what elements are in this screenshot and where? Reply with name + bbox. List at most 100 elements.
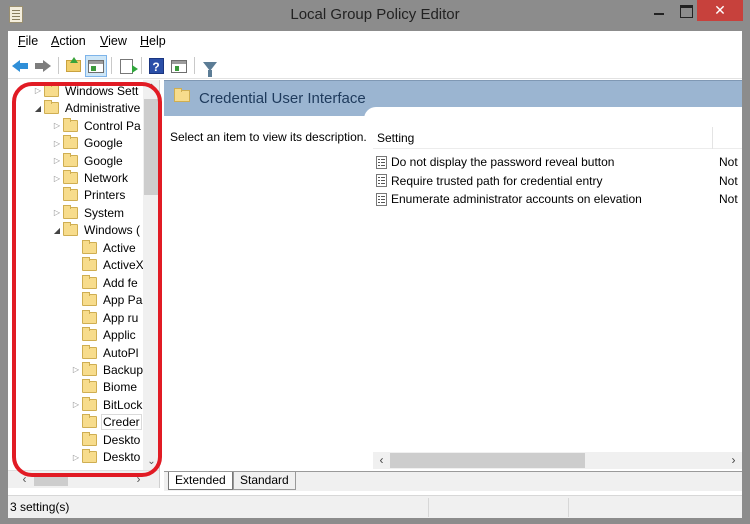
up-one-level-button[interactable] xyxy=(62,55,84,77)
tree-item[interactable]: AutoPl xyxy=(70,344,139,362)
filter-button[interactable] xyxy=(199,55,221,77)
tree-item-label: Backup xyxy=(103,362,144,377)
forward-arrow-icon xyxy=(35,60,51,72)
menu-view[interactable]: View xyxy=(100,34,127,48)
status-separator xyxy=(428,498,429,517)
folder-icon xyxy=(82,327,97,342)
details-horizontal-scrollbar[interactable]: ‹ › xyxy=(373,452,742,469)
back-button[interactable] xyxy=(9,55,31,77)
tree-item[interactable]: ActiveX xyxy=(70,257,145,275)
setting-row[interactable]: Do not display the password reveal butto… xyxy=(373,153,742,171)
filter-icon xyxy=(203,61,217,77)
menu-help-label: elp xyxy=(149,34,166,48)
tree-item[interactable]: App ru xyxy=(70,309,139,327)
setting-row[interactable]: Enumerate administrator accounts on elev… xyxy=(373,190,742,208)
menu-file[interactable]: File xyxy=(18,34,38,48)
folder-icon xyxy=(82,361,97,376)
folder-icon xyxy=(82,396,97,411)
tree-item[interactable]: ▷ Google xyxy=(51,134,124,152)
tree-item[interactable]: Add fe xyxy=(70,274,139,292)
help-button[interactable]: ? xyxy=(145,55,167,77)
folder-icon xyxy=(44,100,59,115)
expand-icon[interactable]: ▷ xyxy=(70,400,82,409)
folder-icon xyxy=(82,239,97,254)
tree-item-label: AutoPl xyxy=(103,345,139,360)
tree-item[interactable]: Active xyxy=(70,239,137,257)
menu-help[interactable]: Help xyxy=(140,34,166,48)
policy-setting-icon xyxy=(376,155,387,169)
tree-item-label: Windows ( xyxy=(84,223,141,238)
show-hide-console-tree-button[interactable] xyxy=(85,55,107,77)
menu-view-label: iew xyxy=(108,34,127,48)
tree-item-label: Google xyxy=(84,153,123,168)
scroll-down-icon[interactable]: ⌄ xyxy=(143,453,159,470)
expand-icon[interactable]: ▷ xyxy=(51,174,63,183)
tree-item[interactable]: ▷ System xyxy=(51,204,125,222)
tree-item[interactable]: Creder xyxy=(70,414,142,432)
tree-item[interactable]: ▷ Network xyxy=(51,169,129,187)
folder-icon xyxy=(82,414,97,429)
tree-item-label: Network xyxy=(84,171,129,185)
tree-item[interactable]: ▷ Windows Sett xyxy=(32,82,139,100)
show-hide-action-pane-button[interactable] xyxy=(168,55,190,77)
collapse-icon[interactable]: ◢ xyxy=(51,226,63,235)
expand-icon[interactable]: ▷ xyxy=(51,156,63,165)
forward-button[interactable] xyxy=(32,55,54,77)
tree-vertical-scroll-thumb[interactable] xyxy=(144,99,159,195)
setting-row[interactable]: Require trusted path for credential entr… xyxy=(373,172,742,190)
tree-horizontal-scrollbar[interactable]: ‹ › xyxy=(8,470,159,488)
menu-action[interactable]: Action xyxy=(51,34,86,48)
tree-item[interactable]: Printers xyxy=(51,187,126,205)
expand-icon[interactable]: ▷ xyxy=(51,139,63,148)
settings-column-header: Setting xyxy=(373,127,742,149)
column-header-setting[interactable]: Setting xyxy=(377,131,414,145)
tree-item[interactable]: ◢ Windows ( xyxy=(51,222,141,240)
tree-item-label: Printers xyxy=(84,188,126,203)
expand-icon[interactable]: ▷ xyxy=(51,121,63,130)
menu-file-label: ile xyxy=(25,34,39,48)
minimize-button[interactable] xyxy=(646,0,672,21)
tree-item[interactable]: ▷ Backup xyxy=(70,361,144,379)
tree-item[interactable]: ▷ Deskto xyxy=(70,448,141,466)
scroll-right-icon[interactable]: › xyxy=(130,471,147,488)
export-list-icon xyxy=(119,58,138,74)
scroll-right-icon[interactable]: › xyxy=(725,452,742,469)
tree-item-label: App ru xyxy=(103,310,139,325)
tab-standard[interactable]: Standard xyxy=(233,472,296,490)
collapse-icon[interactable]: ◢ xyxy=(32,104,44,113)
tree-item[interactable]: ▷ Control Pa xyxy=(51,117,142,135)
folder-icon xyxy=(82,257,97,272)
scroll-left-icon[interactable]: ‹ xyxy=(373,452,390,469)
maximize-button[interactable] xyxy=(673,0,699,21)
toolbar: ? xyxy=(8,52,742,79)
export-list-button[interactable] xyxy=(115,55,138,77)
tree-item-label: ActiveX xyxy=(103,258,144,273)
folder-icon xyxy=(63,152,78,167)
scroll-up-icon[interactable]: ⌃ xyxy=(143,80,159,97)
action-pane-icon xyxy=(171,59,187,73)
tree-item[interactable]: Biome xyxy=(70,379,138,397)
tree-item-label: Active xyxy=(103,240,136,255)
tree-item[interactable]: ◢ Administrative xyxy=(32,99,141,117)
policy-setting-icon xyxy=(376,174,387,187)
tab-extended[interactable]: Extended xyxy=(168,472,233,490)
tree-horizontal-scroll-thumb[interactable] xyxy=(34,473,68,486)
menu-bar: File Action View Help xyxy=(8,31,742,52)
tree-vertical-scrollbar[interactable]: ⌃ ⌄ xyxy=(143,80,159,470)
details-horizontal-scroll-thumb[interactable] xyxy=(390,453,585,468)
expand-icon[interactable]: ▷ xyxy=(70,365,82,374)
expand-icon[interactable]: ▷ xyxy=(70,453,82,462)
tree-item[interactable]: Deskto xyxy=(70,431,141,449)
details-title: Credential User Interface xyxy=(199,90,366,107)
tree-item[interactable]: Applic xyxy=(70,326,137,344)
column-separator[interactable] xyxy=(712,127,713,149)
tree-item[interactable]: App Pa xyxy=(70,291,143,309)
tree-item[interactable]: ▷ BitLock xyxy=(70,396,143,414)
app-window: Local Group Policy Editor ✕ File Action … xyxy=(0,0,750,524)
expand-icon[interactable]: ▷ xyxy=(51,208,63,217)
expand-icon[interactable]: ▷ xyxy=(32,86,44,95)
close-button[interactable]: ✕ xyxy=(697,0,743,21)
tree-item[interactable]: ▷ Google xyxy=(51,152,124,170)
setting-name: Do not display the password reveal butto… xyxy=(391,155,615,169)
scroll-left-icon[interactable]: ‹ xyxy=(16,471,33,488)
